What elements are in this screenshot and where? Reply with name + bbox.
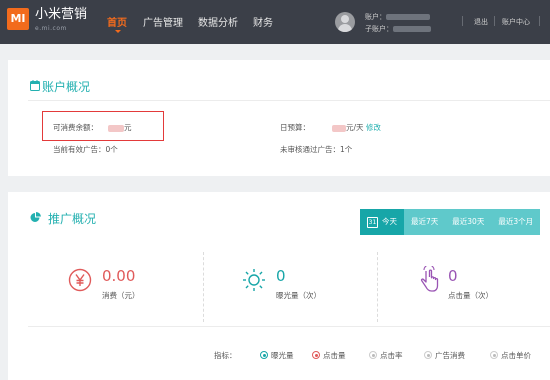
promotion-overview-title: 推广概况: [48, 212, 97, 226]
top-navbar: MI 小米营销 e.mi.com 首页 广告管理 数据分析 财务 账户： 子账户…: [0, 0, 550, 44]
metric-label: 指标：: [214, 351, 237, 360]
subaccount-row: 子账户：: [365, 24, 431, 34]
pending-ads-count: 未审核通过广告：1个: [280, 145, 353, 154]
balance-label: 可消费余额：: [53, 123, 98, 132]
nav-ad-management[interactable]: 广告管理: [143, 14, 183, 29]
metric-radio-ctr[interactable]: [369, 351, 377, 359]
nav-active-caret-icon: [115, 30, 121, 33]
account-label: 账户：: [365, 13, 386, 21]
daily-budget-redacted: [332, 124, 346, 132]
nav-finance[interactable]: 财务: [253, 14, 273, 29]
divider: [539, 16, 540, 26]
pie-chart-icon: [30, 212, 41, 222]
date-range-tabs: 31 今天 最近7天 最近30天 最近3个月: [360, 209, 541, 235]
metric-radio-impressions[interactable]: [260, 351, 268, 359]
active-ads-count: 当前有效广告：0个: [53, 145, 118, 154]
modify-budget-link[interactable]: 修改: [366, 123, 381, 132]
divider: [462, 16, 463, 26]
metric-option-impressions[interactable]: 曝光量: [271, 350, 294, 361]
metric-option-ad-spend[interactable]: 广告消费: [435, 350, 465, 361]
account-name-redacted: [386, 14, 430, 20]
metric-option-cpc[interactable]: 点击单价: [501, 350, 531, 361]
divider: [494, 16, 495, 26]
metric-radio-cpc[interactable]: [490, 351, 498, 359]
logout-link[interactable]: 退出: [474, 17, 488, 27]
tab-last-3-months[interactable]: 最近3个月: [491, 209, 541, 235]
divider: [377, 252, 378, 322]
subaccount-label: 子账户：: [365, 25, 393, 33]
calendar-icon: 31: [367, 216, 378, 228]
brand-name: 小米营销: [35, 7, 88, 22]
metric-option-clicks[interactable]: 点击量: [323, 350, 346, 361]
tab-last-30-days[interactable]: 最近30天: [445, 209, 492, 235]
spend-value: 0.00: [102, 267, 136, 285]
tab-today[interactable]: 31 今天: [360, 209, 404, 235]
clicks-label: 点击量（次）: [448, 291, 493, 300]
account-row: 账户：: [365, 12, 430, 22]
balance-row: 可消费余额： 元: [53, 122, 132, 133]
clicks-value: 0: [448, 267, 458, 285]
metric-option-ctr[interactable]: 点击率: [380, 350, 403, 361]
metric-radio-ad-spend[interactable]: [424, 351, 432, 359]
balance-unit: 元: [124, 123, 132, 132]
tab-last-7-days[interactable]: 最近7天: [404, 209, 446, 235]
divider: [28, 100, 550, 101]
balance-value-redacted: [108, 124, 124, 132]
daily-budget-label: 日预算：: [280, 123, 310, 132]
divider: [203, 252, 204, 322]
subaccount-name-redacted: [393, 26, 431, 32]
calendar-icon: [30, 80, 40, 91]
promotion-overview-card: 推广概况 31 今天 最近7天 最近30天 最近3个月 0.00 消费（元） 0 …: [8, 192, 550, 380]
impressions-value: 0: [276, 267, 286, 285]
hand-pointer-icon: [420, 266, 439, 292]
nav-home[interactable]: 首页: [107, 14, 127, 29]
divider: [28, 326, 550, 327]
metric-radio-clicks[interactable]: [312, 351, 320, 359]
sun-icon: [243, 269, 265, 291]
spend-label: 消费（元）: [102, 291, 140, 300]
daily-budget-unit: 元/天: [346, 123, 364, 132]
brand-domain: e.mi.com: [35, 25, 67, 32]
impressions-label: 曝光量（次）: [276, 291, 321, 300]
mi-logo[interactable]: MI: [7, 8, 29, 30]
account-overview-card: 账户概况 可消费余额： 元 日预算： 元/天 修改 当前有效广告：0个 未审核通过广…: [8, 60, 550, 176]
account-overview-title: 账户概况: [42, 80, 91, 94]
nav-data-analysis[interactable]: 数据分析: [198, 14, 238, 29]
yen-icon: [68, 268, 92, 292]
daily-budget-row: 日预算： 元/天 修改: [280, 122, 381, 133]
account-center-link[interactable]: 账户中心: [502, 17, 530, 27]
user-avatar[interactable]: [335, 12, 355, 32]
